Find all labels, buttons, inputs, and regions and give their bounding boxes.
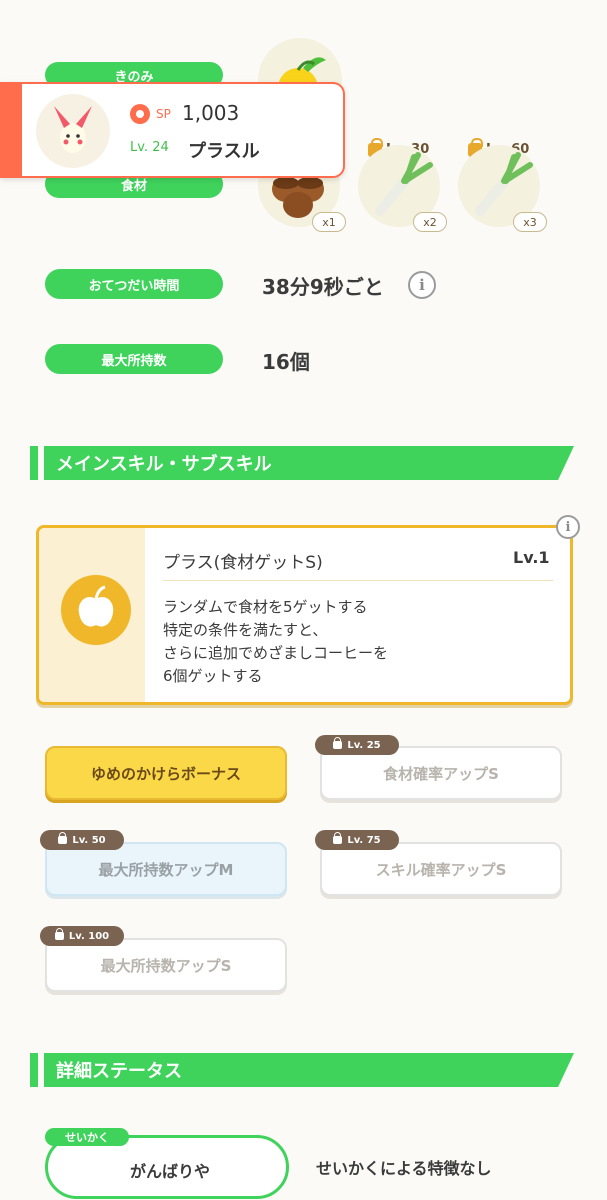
section-title: メインスキル・サブスキル — [44, 446, 574, 480]
max-carry-value: 16個 — [262, 350, 310, 374]
plusle-icon — [54, 106, 92, 153]
divider — [163, 580, 553, 581]
sub-skill-4[interactable]: スキル確率アップS — [320, 842, 562, 896]
sub-skill-lock-3: Lv. 50 — [40, 830, 124, 850]
main-skill-level: Lv.1 — [513, 548, 550, 567]
apple-icon — [61, 575, 131, 645]
sub-skill-lock-5: Lv. 100 — [40, 926, 124, 946]
pokeball-icon — [130, 104, 150, 124]
sub-skill-3[interactable]: 最大所持数アップM — [45, 842, 287, 896]
sp-value: 1,003 — [182, 101, 240, 125]
ingredient-qty-1: x1 — [312, 212, 346, 232]
main-skill-card[interactable]: プラス(食材ゲットS) Lv.1 ランダムで食材を5ゲットする 特定の条件を満た… — [36, 525, 573, 705]
ingredient-qty-3: x3 — [513, 212, 547, 232]
pokemon-level: Lv. 24 — [130, 140, 169, 155]
sub-skill-lock-2: Lv. 25 — [315, 735, 399, 755]
card-accent — [0, 82, 22, 178]
pokemon-name: プラスル — [188, 141, 260, 162]
sub-skill-5[interactable]: 最大所持数アップS — [45, 938, 287, 992]
pokemon-avatar — [36, 94, 110, 168]
nature-effect: せいかくによる特徴なし — [316, 1159, 492, 1178]
help-time-label: おてつだい時間 — [45, 269, 223, 299]
ingredient-qty-2: x2 — [413, 212, 447, 232]
sub-skill-lock-4: Lv. 75 — [315, 830, 399, 850]
details-section-header: 詳細ステータス — [30, 1053, 574, 1087]
lock-icon — [54, 928, 64, 940]
section-title: 詳細ステータス — [44, 1053, 574, 1087]
sub-skill-1[interactable]: ゆめのかけらボーナス — [45, 746, 287, 800]
pokemon-card[interactable]: SP 1,003 Lv. 24 プラスル — [0, 82, 345, 178]
lock-icon — [333, 832, 343, 844]
nature-tag: せいかく — [45, 1128, 129, 1146]
max-carry-label: 最大所持数 — [45, 344, 223, 374]
sp-label: SP — [156, 107, 171, 121]
skills-section-header: メインスキル・サブスキル — [30, 446, 574, 480]
main-skill-description: ランダムで食材を5ゲットする 特定の条件を満たすと、 さらに追加でめざましコーヒ… — [163, 598, 389, 685]
info-icon[interactable]: i — [408, 271, 436, 299]
lock-icon — [58, 832, 68, 844]
main-skill-name: プラス(食材ゲットS) — [163, 553, 323, 573]
help-time-value: 38分9秒ごと — [262, 275, 384, 299]
skill-info-icon[interactable]: i — [556, 515, 580, 539]
lock-icon — [333, 737, 343, 749]
nature-value: がんばりや — [129, 1162, 210, 1181]
